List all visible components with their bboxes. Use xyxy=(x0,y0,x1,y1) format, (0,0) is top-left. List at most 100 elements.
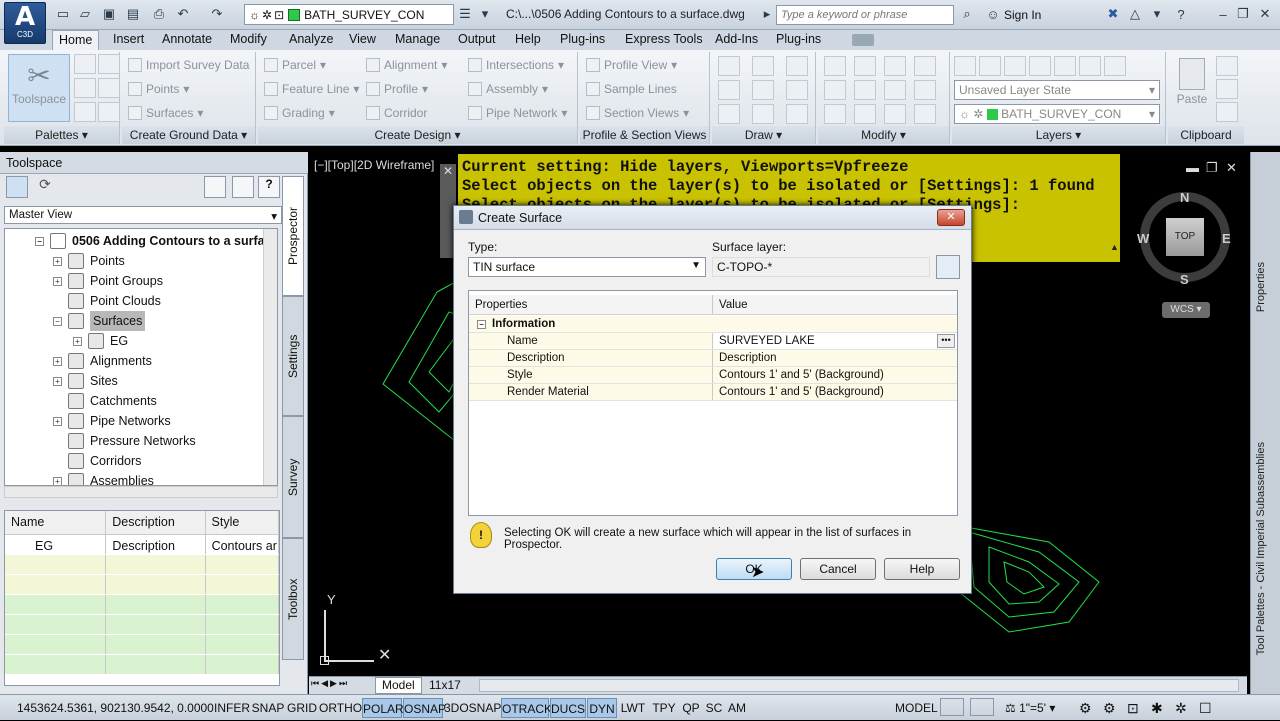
binoculars-icon[interactable]: ⌕ xyxy=(958,5,976,23)
col-description[interactable]: Description xyxy=(106,511,206,534)
name-value-input[interactable]: SURVEYED LAKE ••• xyxy=(713,333,957,349)
match-props-icon[interactable] xyxy=(1216,102,1238,122)
col-style[interactable]: Style xyxy=(206,511,279,534)
assembly-button[interactable]: Assembly ▾ xyxy=(468,82,548,96)
alignment-button[interactable]: Alignment ▾ xyxy=(366,58,447,72)
restore-icon[interactable]: ❐ xyxy=(1234,5,1252,23)
minimize-icon[interactable]: – xyxy=(1214,5,1232,23)
plot-icon[interactable]: ⎙ xyxy=(150,5,168,23)
layer-props-icon[interactable] xyxy=(954,56,976,76)
rectangle-icon[interactable] xyxy=(786,80,808,100)
exchange-icon[interactable]: ✖ xyxy=(1104,5,1122,23)
layers-title[interactable]: Layers ▾ xyxy=(952,126,1165,144)
toggle-tpy[interactable]: TPY xyxy=(649,698,679,718)
redo-icon[interactable]: ↷ xyxy=(208,5,226,23)
type-select[interactable]: TIN surface ▼ xyxy=(468,257,706,277)
layer-match-icon[interactable] xyxy=(1079,56,1101,76)
tab-model[interactable]: Model xyxy=(375,677,422,694)
surface-layer-field[interactable]: C-TOPO-* xyxy=(712,257,930,277)
tree-vertical-scrollbar[interactable] xyxy=(263,229,277,485)
erase-icon[interactable] xyxy=(914,56,936,76)
tab-express-tools[interactable]: Express Tools xyxy=(619,30,709,50)
isolate-icon[interactable]: ✱ xyxy=(1148,698,1166,718)
toolbox-icon[interactable] xyxy=(98,78,120,98)
tab-toolbox[interactable]: Toolbox xyxy=(282,538,304,660)
pipe-network-button[interactable]: Pipe Network ▾ xyxy=(468,106,567,120)
save-as-icon[interactable]: ▤ xyxy=(124,5,142,23)
tab-insert[interactable]: Insert xyxy=(107,30,150,50)
toggle-qp[interactable]: QP xyxy=(680,698,702,718)
compass-s[interactable]: S xyxy=(1180,272,1189,287)
horizontal-scrollbar[interactable] xyxy=(479,679,1239,692)
vp-close-icon[interactable]: ✕ xyxy=(1226,160,1237,176)
help-button[interactable]: Help xyxy=(884,558,960,580)
stretch-icon[interactable] xyxy=(824,104,846,124)
toggle-dyn[interactable]: DYN xyxy=(587,698,617,718)
quick-view-icon[interactable] xyxy=(940,698,964,716)
layer-properties-icon[interactable]: ☰ xyxy=(456,5,474,23)
toggle-snap[interactable]: SNAP xyxy=(251,698,285,718)
item-view-icon[interactable] xyxy=(204,176,226,198)
properties-icon[interactable] xyxy=(74,102,96,122)
hatch-icon[interactable] xyxy=(752,80,774,100)
tree-root[interactable]: −0506 Adding Contours to a surface xyxy=(35,231,277,251)
toolspace-button[interactable]: ✂ Toolspace xyxy=(8,54,70,122)
list-view-icon[interactable] xyxy=(232,176,254,198)
tab-annotate[interactable]: Annotate xyxy=(156,30,218,50)
prospector-icon[interactable] xyxy=(74,54,96,74)
tree-item-corridors[interactable]: Corridors xyxy=(68,451,141,471)
dropdown-arrow-icon[interactable]: ▾ xyxy=(476,5,494,23)
region-icon[interactable] xyxy=(786,104,808,124)
visibility-icon[interactable]: ⚙ xyxy=(1076,698,1095,718)
viewport-controls-label[interactable]: [−][Top][2D Wireframe] xyxy=(314,158,434,172)
tab-home[interactable]: Home xyxy=(52,30,100,50)
toolspace-titlebar[interactable]: Toolspace xyxy=(0,152,308,174)
cancel-button[interactable]: Cancel xyxy=(800,558,876,580)
rotate-icon[interactable] xyxy=(854,56,876,76)
corridor-button[interactable]: Corridor xyxy=(366,106,427,120)
move-icon[interactable] xyxy=(824,56,846,76)
sign-in-button[interactable]: Sign In xyxy=(1004,8,1041,22)
compass-w[interactable]: W xyxy=(1137,231,1149,246)
layer-off-icon[interactable] xyxy=(979,56,1001,76)
tree-item-catchments[interactable]: Catchments xyxy=(68,391,157,411)
points-button[interactable]: Points ▾ xyxy=(128,82,189,96)
profile-view-button[interactable]: Profile View ▾ xyxy=(586,58,677,72)
tab-survey[interactable]: Survey xyxy=(282,416,304,538)
circle-icon[interactable] xyxy=(718,80,740,100)
explode-icon[interactable] xyxy=(914,80,936,100)
feature-line-button[interactable]: Feature Line ▾ xyxy=(264,82,359,96)
hardware-accel-icon[interactable]: ✲ xyxy=(1172,698,1190,718)
toggle-ducs[interactable]: DUCS xyxy=(550,698,586,718)
toggle-ortho[interactable]: ORTHO xyxy=(319,698,362,718)
tab-view[interactable]: View xyxy=(343,30,382,50)
grading-button[interactable]: Grading ▾ xyxy=(264,106,335,120)
arc-icon[interactable] xyxy=(752,56,774,76)
intersections-button[interactable]: Intersections ▾ xyxy=(468,58,564,72)
tab-modify[interactable]: Modify xyxy=(224,30,273,50)
layer-prev-icon[interactable] xyxy=(1104,56,1126,76)
layer-iso-icon[interactable] xyxy=(1004,56,1026,76)
fillet-icon[interactable] xyxy=(884,80,906,100)
clipboard-title[interactable]: Clipboard xyxy=(1168,126,1244,144)
group-information[interactable]: − Information xyxy=(469,316,957,333)
compass-e[interactable]: E xyxy=(1222,231,1231,246)
modify-title[interactable]: Modify ▾ xyxy=(818,126,949,144)
new-file-icon[interactable]: ▭ xyxy=(54,5,72,23)
help-icon[interactable]: ? xyxy=(1172,5,1190,23)
parcel-button[interactable]: Parcel ▾ xyxy=(264,58,326,72)
tab-11x17[interactable]: 11x17 xyxy=(423,677,467,694)
tree-horizontal-scrollbar[interactable] xyxy=(4,486,278,498)
layer-picker-icon[interactable] xyxy=(936,255,960,279)
layer-dropdown[interactable]: ☼ ✲ BATH_SURVEY_CON ▾ xyxy=(954,104,1160,124)
survey-icon[interactable] xyxy=(74,78,96,98)
clean-screen-icon[interactable]: ☐ xyxy=(1196,698,1215,718)
import-survey-data-button[interactable]: Import Survey Data xyxy=(128,58,249,72)
toggle-grid[interactable]: GRID xyxy=(286,698,318,718)
paste-button[interactable]: Paste xyxy=(1174,56,1210,122)
autodesk-icon[interactable]: △ xyxy=(1126,5,1144,23)
model-space-toggle[interactable]: MODEL xyxy=(892,698,941,718)
polyline-icon[interactable] xyxy=(786,56,808,76)
prop-value[interactable]: Contours 1' and 5' (Background) xyxy=(713,384,957,400)
prop-row-description[interactable]: Description Description xyxy=(469,350,957,367)
